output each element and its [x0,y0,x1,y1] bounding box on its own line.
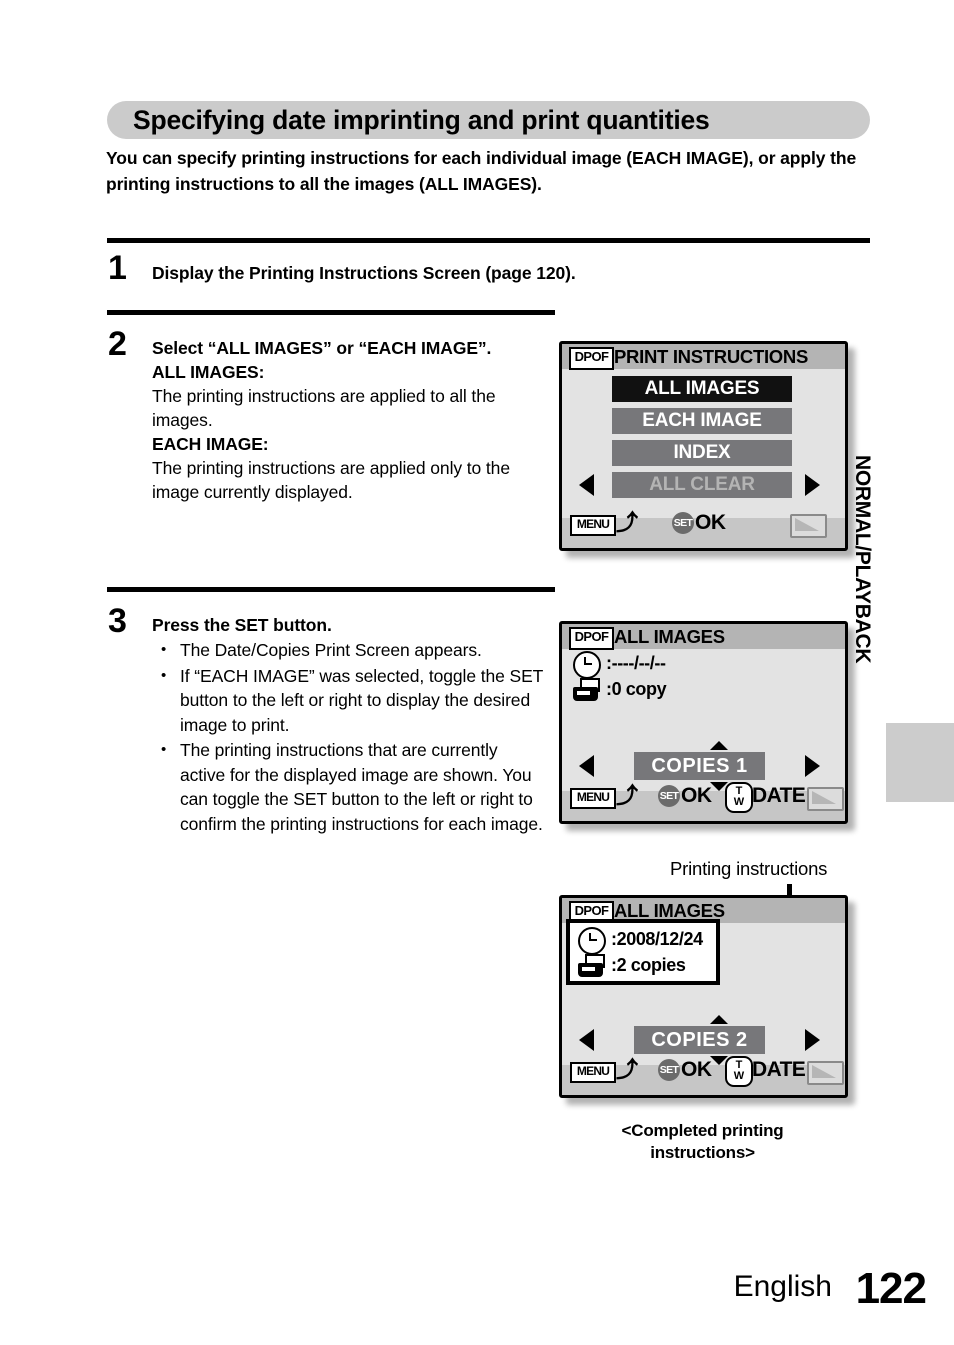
zoom-tw-icon[interactable]: T W [725,782,753,813]
arrow-right-icon[interactable] [805,755,820,777]
lcd3-date-value: :2008/12/24 [611,929,703,949]
lcd1-title: PRINT INSTRUCTIONS [614,346,808,367]
lcd2-title: ALL IMAGES [614,626,725,647]
figure-caption: <Completed printing instructions> [560,1120,845,1164]
dpof-icon: DPOF [569,627,614,650]
copies-field[interactable]: COPIES 2 [634,1026,765,1054]
battery-icon [790,514,827,538]
step-3-title: Press the SET button. [152,615,332,635]
battery-icon [807,1061,844,1085]
battery-icon [807,787,844,811]
copies-field[interactable]: COPIES 1 [634,752,765,780]
step-3-bullet-list: The Date/Copies Print Screen appears. If… [152,638,547,836]
menu-button-icon[interactable]: MENU [570,515,616,536]
arrow-left-icon[interactable] [579,1029,594,1051]
menu-button-icon[interactable]: MENU [570,788,616,809]
clock-icon [578,927,606,955]
menu-item-all-clear: ALL CLEAR [612,472,792,498]
step-2-label-each: EACH IMAGE: [152,434,269,454]
arrow-left-icon[interactable] [579,755,594,777]
figure-caption-line1: <Completed printing [621,1121,784,1140]
figure-caption-line2: instructions> [650,1143,755,1162]
divider-rule-2 [107,310,555,315]
arrow-right-icon[interactable] [805,1029,820,1051]
lcd3-copies-value: :2 copies [611,955,686,975]
step-2-desc-each: The printing instructions are applied on… [152,458,510,502]
return-arrow-icon: ⤴ [616,1057,639,1082]
callout-label-printing-instructions: Printing instructions [670,858,828,879]
arrow-left-icon[interactable] [579,474,594,496]
ok-label: OK [681,1058,712,1081]
step-2-label-all: ALL IMAGES: [152,362,265,382]
zoom-wide-label: W [733,796,745,808]
menu-button-icon[interactable]: MENU [570,1062,616,1083]
step-2-body: Select “ALL IMAGES” or “EACH IMAGE”. ALL… [152,336,547,504]
step-1-text: Display the Printing Instructions Screen… [152,263,576,283]
menu-item-each-image[interactable]: EACH IMAGE [612,408,792,434]
list-item: The Date/Copies Print Screen appears. [152,638,547,663]
lcd2-copies-value: :0 copy [606,679,667,699]
date-label: DATE [752,784,806,807]
page-title: Specifying date imprinting and print qua… [133,105,710,135]
dpof-icon: DPOF [569,347,614,370]
lcd-screen-date-copies-empty: DPOF ALL IMAGES :----/--/-- :0 copy COPI… [559,621,848,824]
return-arrow-icon: ⤴ [616,510,639,535]
step-2-number: 2 [108,325,127,363]
callout-highlight-box: :2008/12/24 :2 copies [566,919,720,985]
lcd-screen-print-instructions: DPOF PRINT INSTRUCTIONS ALL IMAGES EACH … [559,341,848,551]
menu-item-all-images[interactable]: ALL IMAGES [612,376,792,402]
printer-icon [573,678,600,701]
step-2-title: Select “ALL IMAGES” or “EACH IMAGE”. [152,338,492,358]
ok-label: OK [695,511,726,534]
side-tab-label: NORMAL/PLAYBACK [851,455,874,664]
step-2-desc-all: The printing instructions are applied to… [152,386,496,430]
zoom-tw-icon[interactable]: T W [725,1056,753,1087]
set-button-icon[interactable]: SET [658,1059,680,1081]
divider-rule-1 [107,238,870,243]
return-arrow-icon: ⤴ [616,783,639,808]
lcd2-date-value: :----/--/-- [606,653,666,673]
caret-up-icon[interactable] [710,1015,728,1024]
side-tab-marker [886,723,954,802]
list-item: If “EACH IMAGE” was selected, toggle the… [152,664,547,738]
set-button-icon[interactable]: SET [658,785,680,807]
ok-label: OK [681,784,712,807]
caret-up-icon[interactable] [710,741,728,750]
step-3-number: 3 [108,602,127,640]
zoom-wide-label: W [733,1070,745,1082]
date-label: DATE [752,1058,806,1081]
footer-language: English [733,1270,832,1303]
divider-rule-3 [107,587,555,592]
intro-paragraph: You can specify printing instructions fo… [106,148,857,194]
menu-item-index[interactable]: INDEX [612,440,792,466]
manual-page: Specifying date imprinting and print qua… [0,0,954,1345]
step-3-body: Press the SET button. The Date/Copies Pr… [152,613,547,836]
step-1-number: 1 [108,249,127,287]
set-button-icon[interactable]: SET [672,512,694,534]
arrow-right-icon[interactable] [805,474,820,496]
printer-icon [578,954,605,977]
list-item: The printing instructions that are curre… [152,738,547,836]
clock-icon [573,651,601,679]
page-number: 122 [855,1264,927,1313]
